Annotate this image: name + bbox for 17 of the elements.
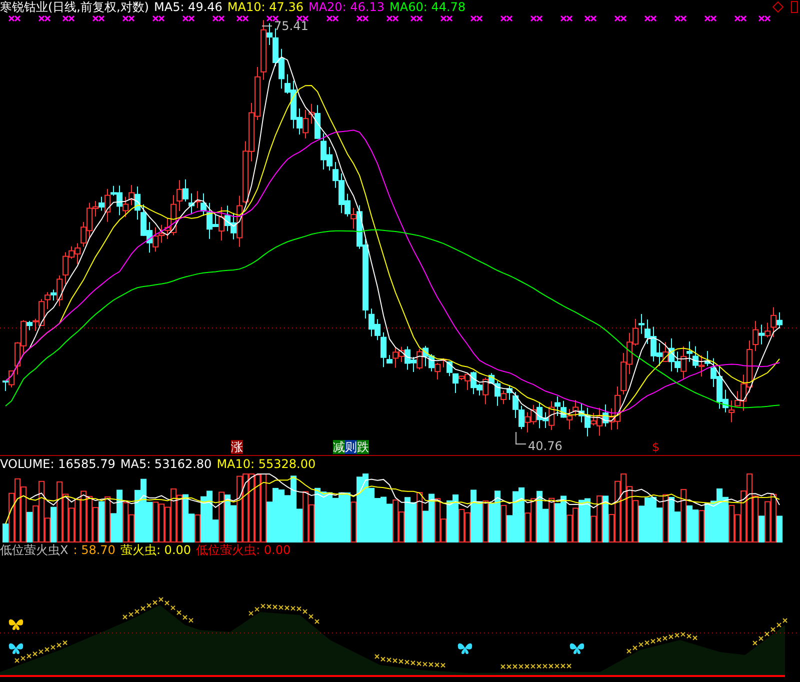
indicator-legend-label: 低位萤火虫X (0, 543, 68, 557)
ma-legend-label: MA5: 49.46 (154, 0, 222, 14)
chart-title: 寒锐钴业(日线,前复权,对数) (0, 0, 149, 14)
indicator-legend-label: 萤火虫: 0.00 (120, 543, 192, 557)
signal-tag: 减则跌 (333, 440, 369, 454)
indicator-legend-label: 低位萤火虫: 0.00 (196, 543, 291, 557)
signal-tag: 涨 (231, 440, 243, 454)
volume-legend-label: MA5: 53162.80 (120, 457, 212, 471)
ma-legend-label: MA10: 47.36 (227, 0, 304, 14)
signal-mark: $ (652, 440, 660, 454)
low-price-label: 40.76 (516, 432, 562, 453)
volume-legend-label: VOLUME: 16585.79 (0, 457, 116, 471)
ma-legend-label: MA20: 46.13 (308, 0, 385, 14)
ma-legend-label: MA60: 44.78 (390, 0, 466, 14)
volume-legend-label: MA10: 55328.00 (216, 457, 316, 471)
high-price-label: 75.41 (262, 19, 308, 33)
indicator-legend-label: : 58.70 (73, 543, 116, 557)
